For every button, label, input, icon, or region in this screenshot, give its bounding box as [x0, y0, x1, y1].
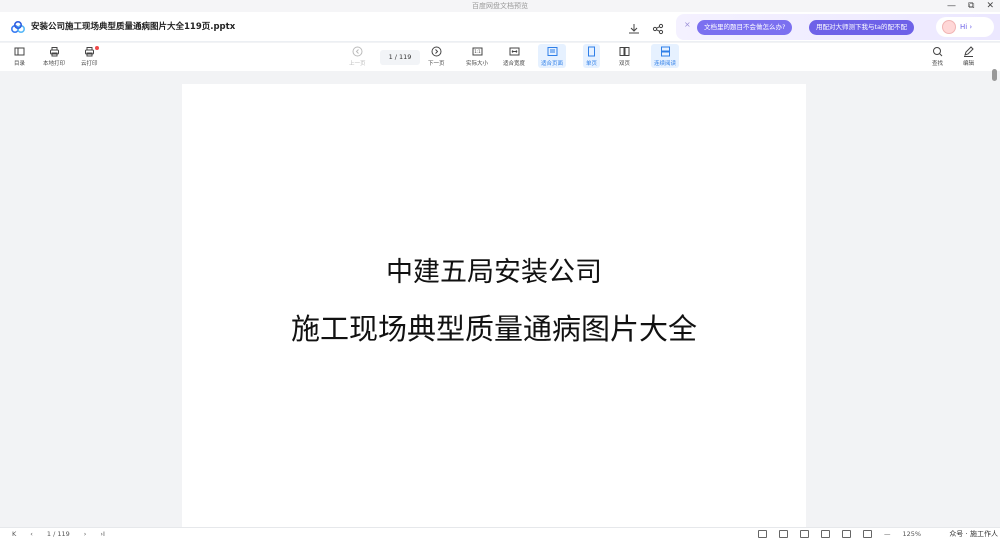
fit-page-button[interactable]: 适合页面 [538, 44, 567, 68]
printer-icon [49, 47, 59, 57]
download-icon[interactable] [628, 20, 640, 34]
search-icon [933, 47, 943, 57]
cloud-printer-icon [84, 47, 94, 57]
prev-page-label: 上一页 [349, 61, 366, 67]
cloud-print-label: 云打印 [81, 61, 98, 67]
prev-page-small-button[interactable]: ‹ [30, 530, 33, 538]
assistant-hi-button[interactable]: Hi › [936, 17, 994, 37]
toc-icon [14, 47, 25, 56]
page-number-input[interactable]: 1 / 119 [380, 50, 420, 65]
continuous-read-button[interactable]: 连续阅读 [651, 44, 680, 68]
fit-page-view-icon[interactable] [863, 530, 872, 538]
status-bar: K ‹ 1 / 119 › ›I — 125% 众号 · 施工作人 [0, 527, 1000, 541]
double-page-view-icon[interactable] [779, 530, 788, 538]
continuous-read-label: 连续阅读 [654, 60, 677, 67]
fit-page-icon [547, 46, 557, 56]
local-print-label: 本地打印 [43, 61, 66, 67]
window-controls: — ⧉ ✕ [947, 0, 994, 12]
prev-page-button[interactable]: 上一页 [349, 46, 366, 67]
slide-title-line-1: 中建五局安装公司 [386, 257, 602, 288]
edit-button[interactable]: 编辑 [963, 46, 974, 67]
single-page-button[interactable]: 单页 [583, 44, 601, 68]
fit-width-button[interactable]: 适合宽度 [503, 46, 525, 67]
status-page-indicator: 1 / 119 [46, 530, 70, 538]
zoom-level: 125% [902, 530, 922, 538]
fit-width-label: 适合宽度 [503, 61, 526, 67]
actual-size-label: 实际大小 [466, 61, 489, 67]
assistant-close-icon[interactable]: × [684, 20, 691, 29]
continuous-read-icon [660, 46, 670, 56]
window-title: 百度网盘文档预览 [472, 2, 528, 10]
find-label: 查找 [932, 61, 944, 67]
actual-size-view-icon[interactable] [821, 530, 830, 538]
notification-dot [94, 46, 99, 50]
zoom-out-button[interactable]: — [884, 530, 891, 538]
single-page-icon [588, 46, 595, 56]
document-page: 中建五局安装公司 施工现场典型质量通病图片大全 [182, 84, 806, 527]
continuous-view-icon[interactable] [800, 530, 809, 538]
double-page-button[interactable]: 双页 [619, 46, 630, 67]
page-navigation: K ‹ 1 / 119 › ›I [12, 530, 105, 538]
restore-button[interactable]: ⧉ [968, 0, 974, 12]
assistant-prompt-button-1[interactable]: 文档里的题目不会做怎么办? [697, 20, 793, 35]
edit-label: 编辑 [963, 61, 975, 67]
fit-page-label: 适合页面 [541, 60, 564, 67]
double-page-label: 双页 [619, 61, 631, 67]
toc-button[interactable]: 目录 [14, 46, 25, 67]
single-page-view-icon[interactable] [758, 530, 767, 538]
minimize-button[interactable]: — [947, 0, 956, 12]
assistant-hi-label: Hi › [960, 23, 973, 31]
document-viewport[interactable]: 中建五局安装公司 施工现场典型质量通病图片大全 [0, 72, 988, 527]
assistant-prompt-button-2[interactable]: 用配对大师测下我与ta的配不配 [809, 20, 915, 35]
baidu-netdisk-logo-icon [11, 21, 25, 33]
next-page-small-button[interactable]: › [84, 530, 87, 538]
tab-actions [628, 20, 664, 35]
last-page-button[interactable]: ›I [100, 530, 105, 538]
chevron-left-circle-icon [352, 46, 363, 57]
chevron-right-circle-icon [431, 46, 442, 57]
view-controls: — 125% [758, 530, 921, 538]
actual-size-icon: 1:1 [472, 47, 482, 56]
pencil-icon [964, 46, 974, 57]
next-page-label: 下一页 [428, 61, 445, 67]
ai-assistant-bar: × 文档里的题目不会做怎么办? 用配对大师测下我与ta的配不配 Hi › [676, 14, 1000, 40]
next-page-button[interactable]: 下一页 [428, 46, 445, 67]
vertical-scrollbar[interactable] [992, 69, 997, 81]
share-icon[interactable] [652, 20, 664, 35]
double-page-icon [619, 47, 630, 56]
single-page-label: 单页 [586, 60, 598, 67]
cloud-print-button[interactable]: 云打印 [81, 46, 99, 67]
assistant-avatar [942, 20, 956, 34]
close-button[interactable]: ✕ [986, 0, 994, 12]
first-page-button[interactable]: K [12, 530, 16, 538]
slide-title-line-2: 施工现场典型质量通病图片大全 [290, 312, 697, 346]
document-tabbar: 安装公司施工现场典型质量通病图片大全119页.pptx × 文档里的题目不会做怎… [0, 12, 1000, 42]
window-titlebar: 百度网盘文档预览 — ⧉ ✕ [0, 0, 1000, 12]
actual-size-button[interactable]: 1:1 实际大小 [466, 46, 488, 67]
local-print-button[interactable]: 本地打印 [43, 46, 65, 67]
document-title: 安装公司施工现场典型质量通病图片大全119页.pptx [31, 22, 236, 32]
find-button[interactable]: 查找 [932, 46, 943, 67]
fit-width-view-icon[interactable] [842, 530, 851, 538]
toc-label: 目录 [14, 61, 26, 67]
watermark-text: 众号 · 施工作人 [949, 530, 998, 538]
fit-width-icon [509, 47, 519, 56]
svg-text:1:1: 1:1 [474, 49, 481, 54]
viewer-toolbar: 目录 本地打印 云打印 上一页 1 / 119 下一页 1:1 实际大小 适合宽… [0, 43, 1000, 71]
